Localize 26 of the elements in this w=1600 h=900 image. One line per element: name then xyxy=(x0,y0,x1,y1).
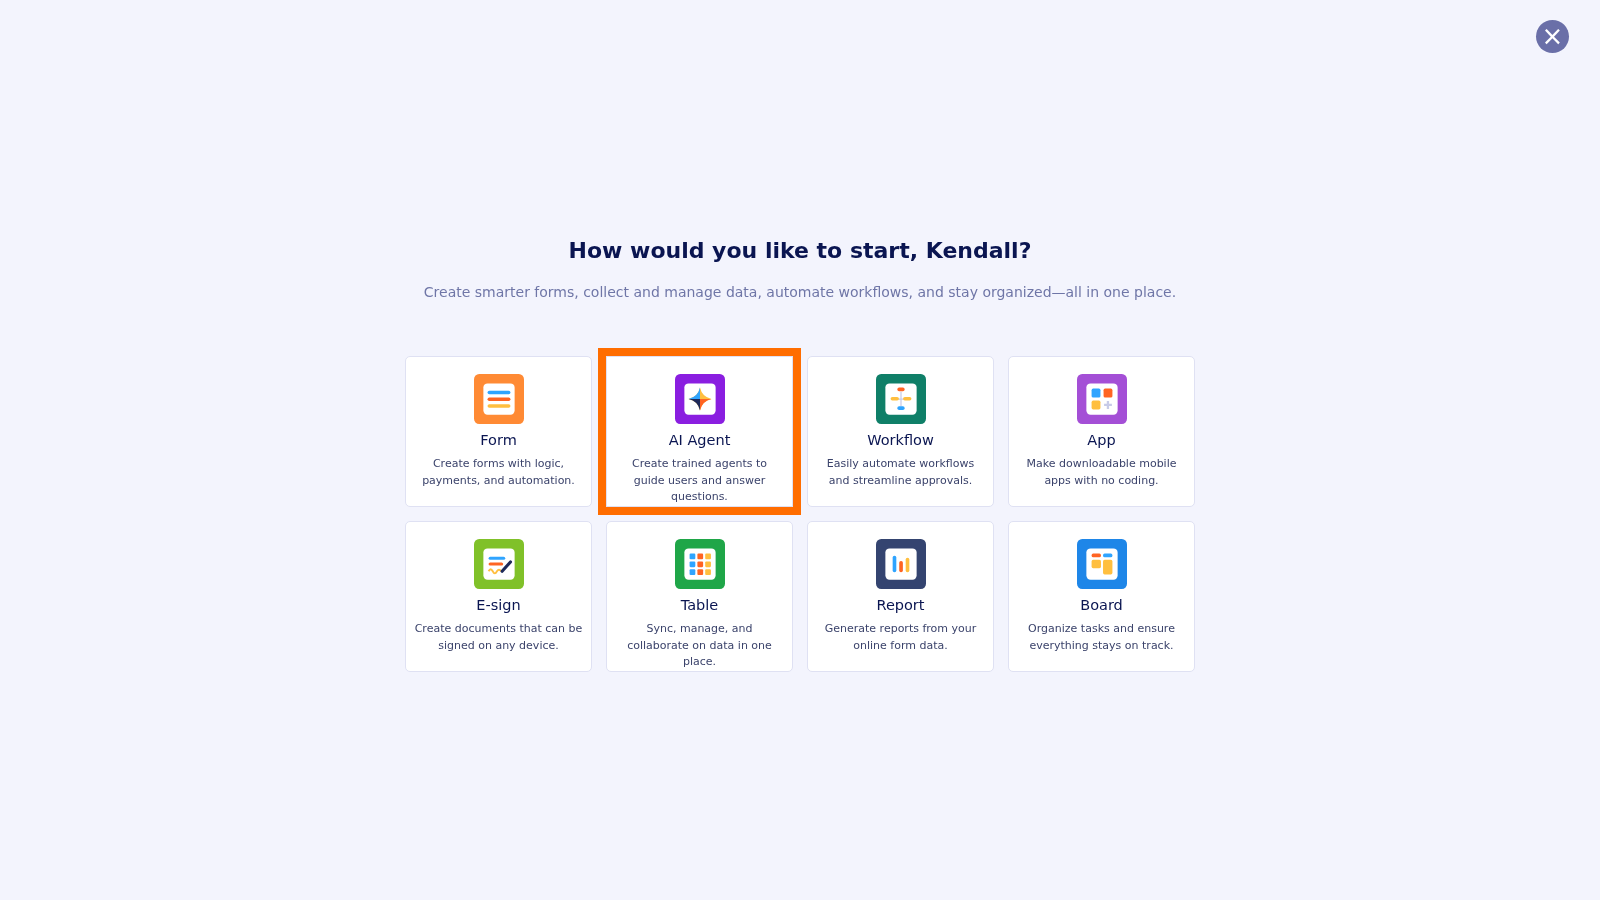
option-card[interactable]: Form Create forms with logic, payments, and automation. xyxy=(405,356,592,507)
option-card[interactable]: E-sign Create documents that can be signed on any device. xyxy=(405,521,592,672)
option-description: Generate reports from your online form data. xyxy=(823,621,978,654)
option-card[interactable]: Workflow Easily automate workflows and streamline approvals. xyxy=(807,356,994,507)
option-description: Make downloadable mobile apps with no coding. xyxy=(1025,456,1178,489)
subtitle: Create smarter forms, collect and manage data, automate workflows, and stay organized—all in one place. xyxy=(423,284,1177,300)
option-card[interactable]: Table Sync, manage, and collaborate on data in one place. xyxy=(606,521,793,672)
heading: How would you like to start, Kendall? xyxy=(568,238,1032,263)
option-card[interactable]: App Make downloadable mobile apps with no coding. xyxy=(1008,356,1195,507)
option-title: Table xyxy=(680,597,719,613)
option-title: Board xyxy=(1080,597,1123,613)
option-title: Workflow xyxy=(867,432,934,448)
option-card[interactable]: Report Generate reports from your online form data. xyxy=(807,521,994,672)
option-description: Create forms with logic, payments, and automation. xyxy=(421,456,576,489)
option-description: Sync, manage, and collaborate on data in one place. xyxy=(626,621,773,670)
option-description: Organize tasks and ensure everything stays on track. xyxy=(1027,621,1176,654)
option-title: Report xyxy=(876,597,925,613)
option-title: AI Agent xyxy=(668,432,731,448)
option-description: Easily automate workflows and streamline approvals. xyxy=(825,456,976,489)
option-description: Create documents that can be signed on any device. xyxy=(414,621,583,654)
close-button[interactable]: × xyxy=(1536,20,1569,53)
option-title: E-sign xyxy=(476,597,521,613)
option-description: Create trained agents to guide users and answer questions. xyxy=(631,456,768,505)
option-card[interactable]: Board Organize tasks and ensure everything stays on track. xyxy=(1008,521,1195,672)
option-title: Form xyxy=(480,432,517,448)
option-title: App xyxy=(1087,432,1116,448)
